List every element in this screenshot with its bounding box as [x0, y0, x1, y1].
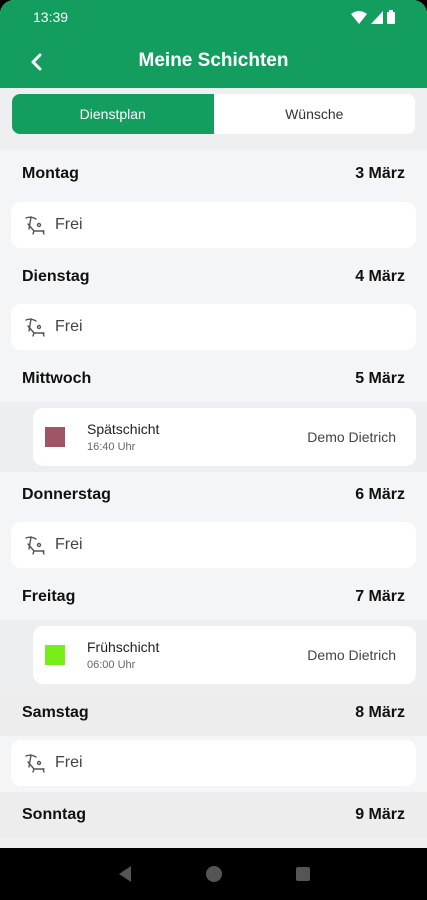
segmented-tabs: Dienstplan Wünsche — [12, 94, 415, 134]
nav-recents-button[interactable] — [283, 854, 323, 894]
lounger-icon — [25, 318, 45, 337]
frei-label: Frei — [55, 318, 83, 335]
wifi-icon — [351, 10, 367, 24]
day-date: 6 März — [355, 486, 405, 503]
day-name: Sonntag — [22, 806, 86, 823]
day-date: 8 März — [355, 704, 405, 721]
day-date: 3 März — [355, 165, 405, 182]
status-icons — [351, 10, 395, 24]
frei-label: Frei — [55, 216, 83, 233]
circle-home-icon — [205, 866, 222, 882]
day-date: 7 März — [355, 588, 405, 605]
shift-text: Frühschicht 06:00 Uhr — [87, 639, 307, 671]
nav-home-button[interactable] — [194, 854, 234, 894]
schedule-list: Montag 3 März Frei Dienstag 4 März Frei … — [0, 150, 427, 838]
day-header: Samstag 8 März — [0, 690, 427, 736]
tabs-container: Dienstplan Wünsche — [0, 88, 427, 150]
day-header: Mittwoch 5 März — [0, 356, 427, 402]
day-name: Dienstag — [22, 268, 90, 285]
frei-card[interactable]: Frei — [11, 202, 416, 248]
tab-wuensche[interactable]: Wünsche — [213, 94, 415, 134]
frei-label: Frei — [55, 536, 83, 553]
day-name: Montag — [22, 165, 79, 182]
phone-screen: 13:39 Meine Schichten Dienstplan Wünsche… — [0, 0, 427, 900]
page-title: Meine Schichten — [138, 50, 289, 71]
frei-card[interactable]: Frei — [11, 304, 416, 350]
day-header: Sonntag 9 März — [0, 792, 427, 838]
lounger-icon — [25, 536, 45, 555]
shift-name: Spätschicht — [87, 421, 160, 437]
shift-color-swatch — [45, 427, 65, 447]
shift-time: 06:00 Uhr — [87, 659, 136, 671]
shift-person: Demo Dietrich — [307, 647, 396, 663]
battery-icon — [387, 10, 395, 24]
day-header: Donnerstag 6 März — [0, 472, 427, 518]
day-header: Dienstag 4 März — [0, 254, 427, 300]
day-date: 4 März — [355, 268, 405, 285]
shift-area: Frühschicht 06:00 Uhr Demo Dietrich — [0, 620, 427, 690]
triangle-back-icon — [118, 866, 131, 882]
frei-label: Frei — [55, 754, 83, 771]
day-name: Samstag — [22, 704, 89, 721]
day-date: 5 März — [355, 370, 405, 387]
nav-back-button[interactable] — [105, 854, 145, 894]
shift-time: 16:40 Uhr — [87, 441, 136, 453]
day-name: Mittwoch — [22, 370, 92, 387]
back-button[interactable] — [22, 48, 50, 76]
shift-card[interactable]: Spätschicht 16:40 Uhr Demo Dietrich — [33, 408, 416, 466]
shift-color-swatch — [45, 645, 65, 665]
status-bar: 13:39 — [0, 0, 427, 34]
day-date: 9 März — [355, 806, 405, 823]
status-time: 13:39 — [33, 9, 69, 25]
frei-card[interactable]: Frei — [11, 522, 416, 568]
lounger-icon — [25, 754, 45, 773]
system-nav-bar — [0, 848, 427, 900]
day-header: Freitag 7 März — [0, 574, 427, 620]
shift-text: Spätschicht 16:40 Uhr — [87, 421, 307, 453]
shift-name: Frühschicht — [87, 639, 160, 655]
square-recents-icon — [295, 867, 310, 881]
app-bar: Meine Schichten — [0, 34, 427, 88]
day-name: Donnerstag — [22, 486, 111, 503]
day-header: Montag 3 März — [0, 150, 427, 198]
lounger-icon — [25, 216, 45, 235]
signal-icon — [371, 10, 383, 24]
shift-area: Spätschicht 16:40 Uhr Demo Dietrich — [0, 402, 427, 472]
day-name: Freitag — [22, 588, 76, 605]
shift-person: Demo Dietrich — [307, 429, 396, 445]
shift-card[interactable]: Frühschicht 06:00 Uhr Demo Dietrich — [33, 626, 416, 684]
frei-card[interactable]: Frei — [11, 740, 416, 786]
back-arrow-icon — [31, 53, 42, 71]
tab-dienstplan[interactable]: Dienstplan — [12, 94, 214, 134]
